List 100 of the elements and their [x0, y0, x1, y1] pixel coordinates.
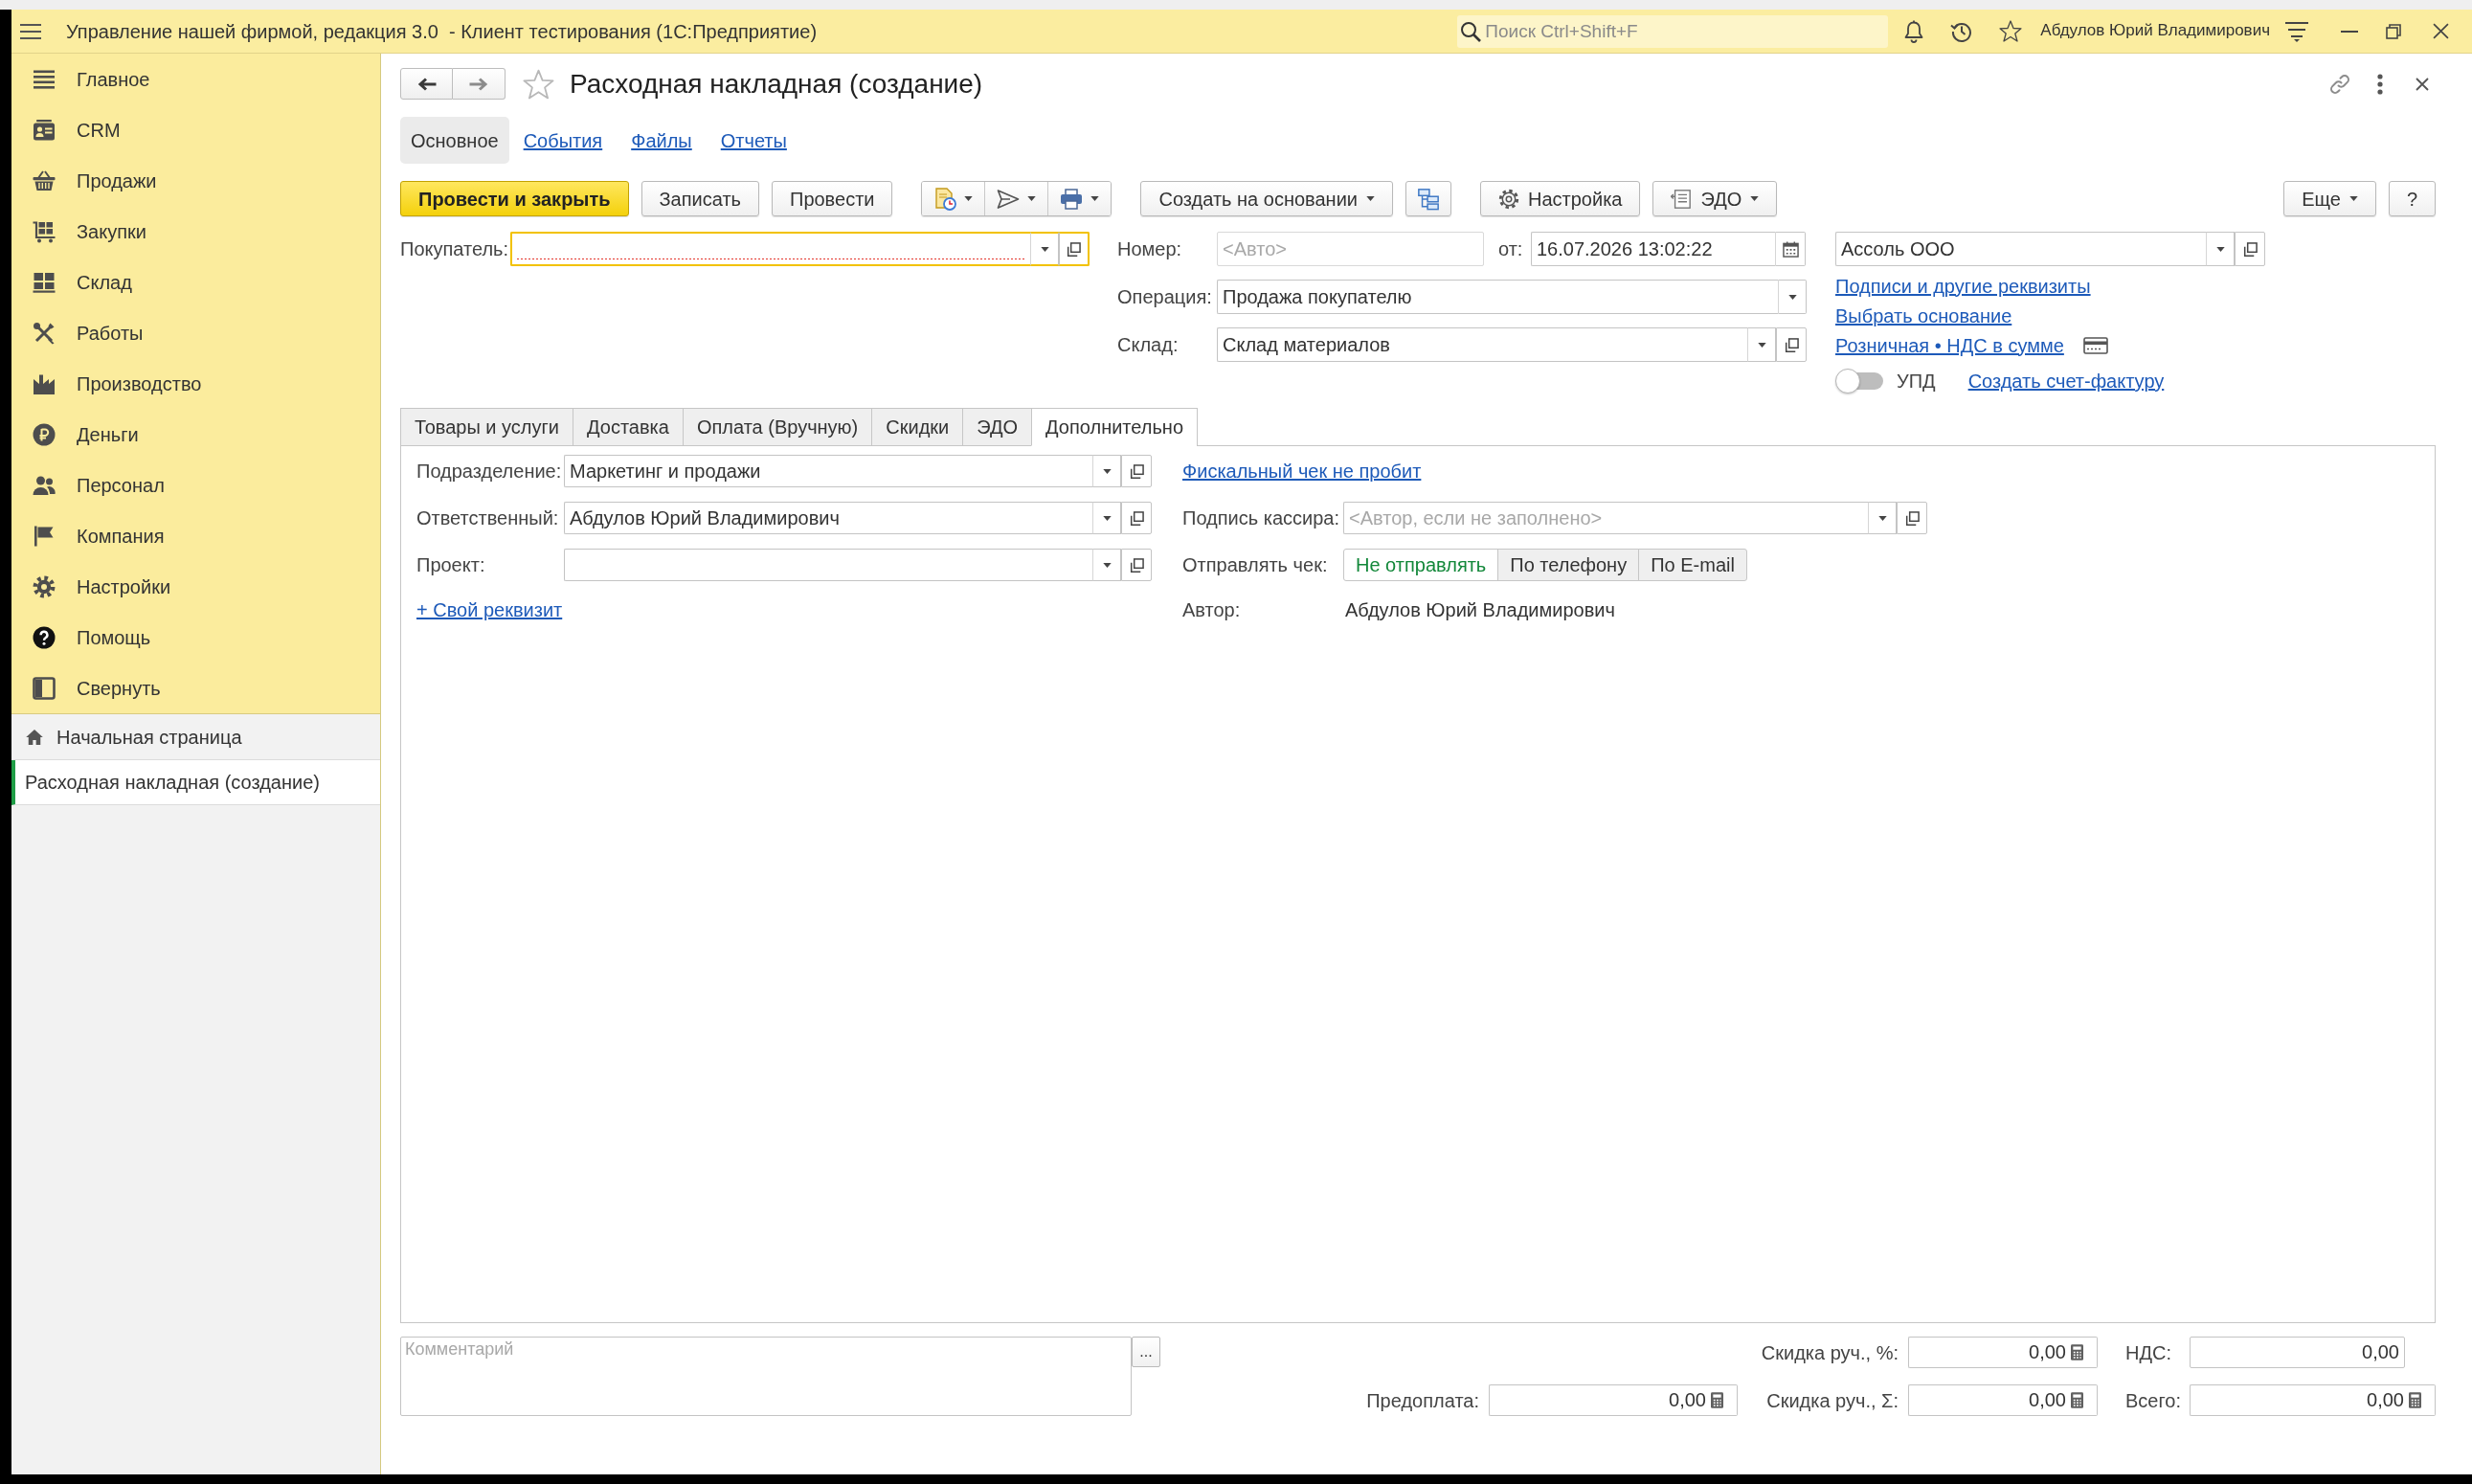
bell-icon[interactable]	[1903, 19, 1925, 43]
toolbar-button[interactable]: Провести и закрыть	[400, 181, 629, 216]
open-button[interactable]	[2235, 232, 2265, 266]
squares-icon	[1784, 337, 1799, 352]
restore-icon[interactable]	[2386, 23, 2401, 39]
sidebar-item[interactable]: Продажи	[11, 155, 380, 206]
tab[interactable]: Оплата (Вручную)	[682, 408, 873, 446]
open-button[interactable]	[1776, 327, 1807, 362]
link-icon[interactable]	[2328, 72, 2351, 96]
number-field[interactable]: <Авто>	[1217, 232, 1484, 266]
menu-icon[interactable]	[20, 23, 41, 39]
more-button[interactable]: ...	[1132, 1337, 1160, 1367]
segment-button[interactable]: По телефону	[1497, 549, 1640, 581]
search-icon[interactable]	[1460, 20, 1482, 42]
paper-plane-icon	[997, 188, 1021, 210]
minimize-icon[interactable]	[2341, 30, 2358, 33]
caret-icon	[1787, 294, 1797, 300]
document-arrow-icon	[1671, 188, 1693, 210]
close-icon[interactable]	[2433, 23, 2449, 39]
toolbar-button[interactable]: ?	[2388, 181, 2436, 216]
link[interactable]: Выбрать основание	[1835, 304, 2012, 327]
toolbar-button[interactable]: Записать	[640, 181, 759, 216]
toggle-label: УПД	[1897, 370, 1936, 393]
search-box[interactable]: Поиск Ctrl+Shift+F	[1457, 14, 1889, 48]
select-field[interactable]: <Автор, если не заполнено>	[1343, 502, 1868, 534]
field-label: Предоплата:	[1365, 1388, 1480, 1412]
sidebar-item[interactable]: CRM	[11, 104, 380, 155]
link[interactable]: Подписи и другие реквизиты	[1835, 274, 2091, 298]
flag-icon	[33, 524, 56, 548]
comment-field[interactable]: Комментарий	[400, 1337, 1132, 1416]
open-button[interactable]	[1121, 549, 1152, 581]
sidebar-item[interactable]: Свернуть	[11, 663, 380, 713]
tab[interactable]: Скидки	[871, 408, 964, 446]
toolbar-button[interactable]: Провести	[772, 181, 893, 216]
contact-card-icon	[33, 118, 56, 142]
field-label: от:	[1498, 237, 1524, 260]
select-field[interactable]: Маркетинг и продажи	[564, 455, 1092, 487]
star-icon[interactable]	[1999, 20, 2023, 42]
tab[interactable]: Доставка	[573, 408, 684, 446]
search-field[interactable]: Поиск Ctrl+Shift+F	[1483, 16, 1889, 46]
select-field[interactable]	[564, 549, 1092, 581]
calendar-button[interactable]	[1775, 232, 1806, 266]
section-tab[interactable]: Файлы	[617, 117, 707, 164]
user-name[interactable]: Абдулов Юрий Владимирович	[2040, 21, 2270, 41]
form-title: Расходная накладная (создание)	[570, 67, 983, 101]
section-tab[interactable]: События	[508, 117, 618, 164]
menu-button[interactable]	[922, 182, 985, 215]
sidebar-item[interactable]: Помощь	[11, 612, 380, 663]
tab[interactable]: ЭДО	[962, 408, 1033, 446]
sidebar-item[interactable]: Настройки	[11, 561, 380, 612]
back-button[interactable]	[400, 68, 453, 100]
select-field[interactable]: Абдулов Юрий Владимирович	[564, 502, 1092, 534]
segment-button[interactable]: Не отправлять	[1343, 549, 1499, 581]
toolbar-button[interactable]: ЭДО	[1652, 181, 1778, 216]
segment-button[interactable]: По E-mail	[1638, 549, 1747, 581]
more-icon[interactable]	[2377, 73, 2383, 95]
sidebar-item[interactable]: Склад	[11, 257, 380, 307]
link[interactable]: + Свой реквизит	[416, 598, 563, 621]
open-button[interactable]	[1897, 502, 1927, 534]
sidebar-item[interactable]: Деньги	[11, 409, 380, 460]
tab[interactable]: Товары и услуги	[400, 408, 573, 446]
open-button[interactable]	[1121, 455, 1152, 487]
menu-button[interactable]	[1047, 182, 1112, 215]
menu-button[interactable]	[984, 182, 1048, 215]
open-button[interactable]	[1059, 232, 1090, 266]
toolbar-button[interactable]: Настройка	[1480, 181, 1641, 216]
printer-icon	[1060, 188, 1084, 210]
operation-field[interactable]: Продажа покупателю	[1217, 280, 1778, 314]
toolbar-button[interactable]: Еще	[2283, 181, 2376, 216]
sidebar-item[interactable]: Производство	[11, 358, 380, 409]
number-field[interactable]: 0,00	[2190, 1337, 2405, 1368]
card-icon[interactable]	[2082, 336, 2108, 354]
warehouse-field[interactable]: Склад материалов	[1217, 327, 1747, 362]
open-button[interactable]	[1121, 502, 1152, 534]
toggle-switch[interactable]	[1835, 368, 1885, 394]
customer-field[interactable]	[510, 232, 1030, 266]
link[interactable]: Создать счет-фактуру	[1967, 370, 2165, 393]
app-title: Управление нашей фирмой, редакция 3.0 - Клиент тестирования (1С:Предприятие)	[66, 19, 818, 43]
sidebar-item[interactable]: Компания	[11, 510, 380, 561]
link[interactable]: Фискальный чек не пробит	[1182, 460, 1422, 483]
field-label: Операция:	[1117, 285, 1213, 308]
toolbar-button[interactable]: Создать на основании	[1140, 181, 1393, 216]
sidebar-item[interactable]: Главное	[11, 54, 380, 104]
company-field[interactable]: Ассоль ООО	[1835, 232, 2206, 266]
sidebar-item[interactable]: Закупки	[11, 206, 380, 257]
tab[interactable]: Дополнительно	[1031, 408, 1198, 446]
date-field[interactable]: 16.07.2026 13:02:22	[1531, 232, 1775, 266]
sidebar-item[interactable]: Работы	[11, 307, 380, 358]
ruble-coin-icon	[33, 422, 56, 446]
section-tab[interactable]: Отчеты	[706, 117, 801, 164]
window-tab[interactable]: Расходная накладная (создание)	[11, 760, 380, 805]
lines-icon[interactable]	[2285, 20, 2308, 42]
section-tab[interactable]: Основное	[400, 117, 509, 164]
link[interactable]: Розничная • НДС в сумме	[1835, 333, 2064, 357]
blocks-icon	[33, 270, 56, 294]
field-label: Скидка руч., Σ:	[1765, 1388, 1899, 1412]
close-icon[interactable]	[2416, 77, 2429, 91]
star-icon[interactable]	[523, 68, 554, 100]
toolbar-button[interactable]	[1405, 181, 1451, 216]
sidebar-item[interactable]: Персонал	[11, 460, 380, 510]
